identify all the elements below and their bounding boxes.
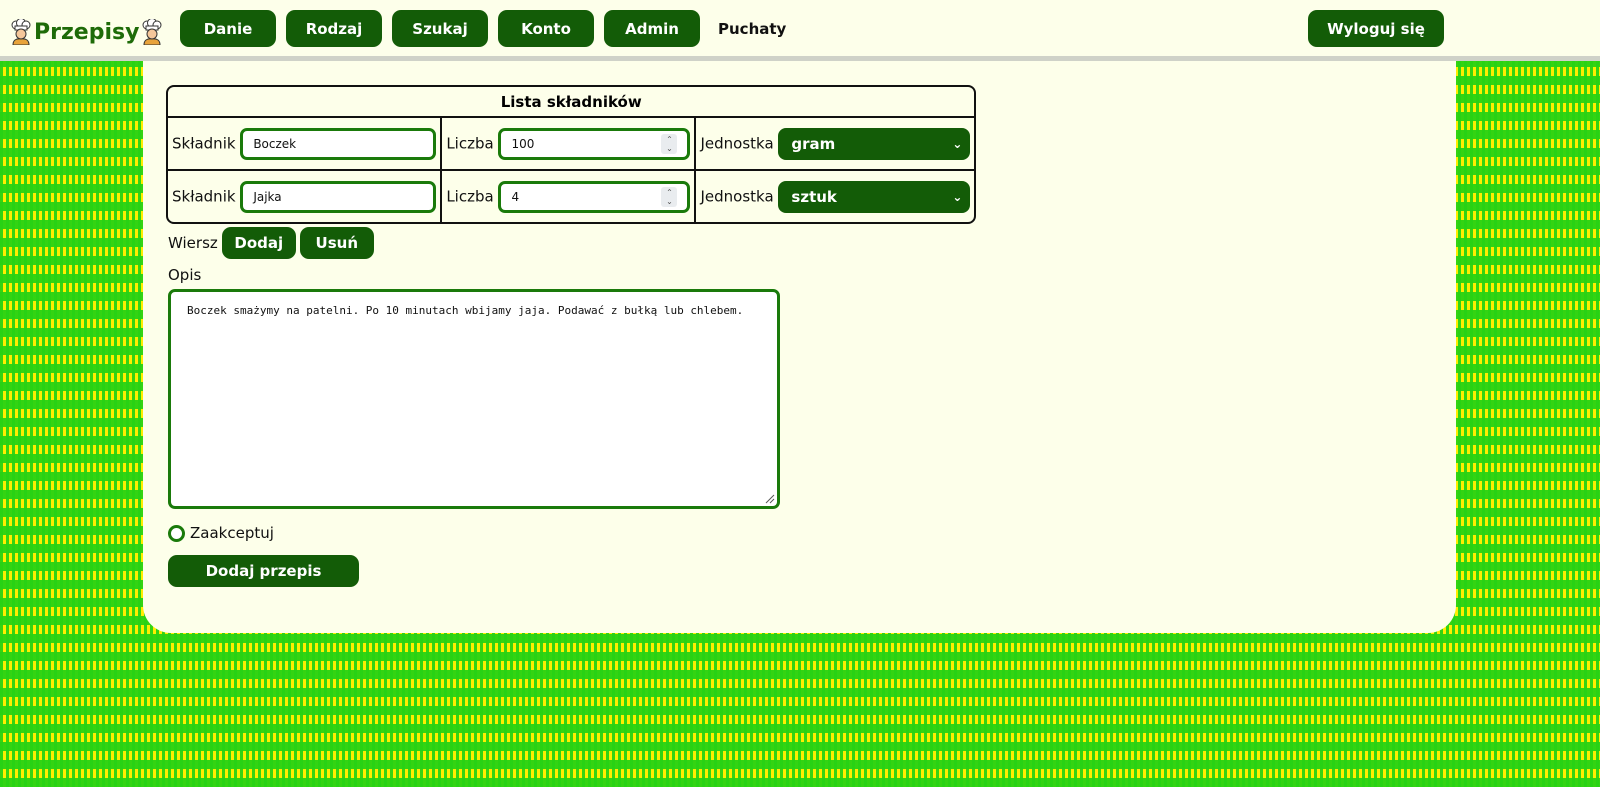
table-row: Składnik Boczek Liczba 100 ⌃ ⌄ Jednostka g… (168, 118, 975, 171)
nav-szukaj-button[interactable]: Szukaj (392, 10, 488, 47)
logout-button[interactable]: Wyloguj się (1308, 10, 1444, 47)
unit-select[interactable]: gram ⌄ (778, 127, 971, 160)
table-row: Składnik Jajka Liczba 4 ⌃ ⌄ Jednostka sztu… (168, 171, 974, 222)
nav-konto-button[interactable]: Konto (498, 10, 594, 47)
ingredient-name-input[interactable]: Jajka (240, 180, 437, 213)
chef-icon (10, 19, 32, 45)
stepper-icon[interactable]: ⌃ ⌄ (661, 133, 678, 154)
row-label: Wiersz (168, 234, 218, 252)
accept-label: Zaakceptuj (190, 524, 274, 542)
brand-name: Przepisy (34, 19, 140, 45)
quantity-value: 100 (511, 136, 535, 151)
quantity-input[interactable]: 100 ⌃ ⌄ (498, 127, 691, 160)
remove-row-button[interactable]: Usuń (299, 227, 374, 259)
quantity-label: Liczba (446, 134, 494, 152)
description-textarea[interactable]: Boczek smażymy na patelni. Po 10 minutac… (168, 289, 780, 509)
unit-value: gram (791, 134, 836, 153)
ingredient-label: Składnik (172, 187, 236, 205)
add-row-button[interactable]: Dodaj (221, 227, 296, 259)
unit-label: Jednostka (700, 187, 774, 205)
nav-rodzaj-button[interactable]: Rodzaj (286, 10, 382, 47)
description-text: Boczek smażymy na patelni. Po 10 minutac… (187, 304, 744, 317)
nav-danie-button[interactable]: Danie (180, 10, 276, 47)
unit-label: Jednostka (700, 134, 774, 152)
quantity-input[interactable]: 4 ⌃ ⌄ (498, 180, 691, 213)
unit-value: sztuk (791, 187, 837, 206)
quantity-label: Liczba (446, 187, 494, 205)
chef-icon (141, 19, 163, 45)
chevron-down-icon: ⌄ (952, 136, 963, 151)
username-label: Puchaty (718, 20, 787, 38)
ingredient-label: Składnik (172, 134, 236, 152)
site-logo[interactable]: Przepisy (10, 15, 163, 49)
quantity-value: 4 (511, 189, 520, 204)
ingredients-title: Lista składników (168, 87, 975, 118)
row-controls: Wiersz Dodaj Usuń (168, 227, 374, 259)
recipe-form-panel: Lista składników Składnik Boczek Liczba … (143, 61, 1456, 633)
chevron-down-icon: ⌄ (952, 189, 963, 204)
accept-option[interactable]: Zaakceptuj (168, 524, 274, 542)
accept-radio[interactable] (168, 524, 185, 542)
ingredient-name-input[interactable]: Boczek (240, 127, 437, 160)
unit-select[interactable]: sztuk ⌄ (778, 180, 971, 213)
resize-grip-icon[interactable] (763, 492, 775, 504)
add-recipe-button[interactable]: Dodaj przepis (168, 555, 359, 587)
stepper-icon[interactable]: ⌃ ⌄ (661, 186, 678, 207)
ingredients-table: Lista składników Składnik Boczek Liczba … (166, 85, 977, 224)
description-label: Opis (168, 266, 202, 284)
top-bar: Przepisy Danie Rodzaj Szukaj Konto Admin… (0, 0, 1600, 61)
nav-admin-button[interactable]: Admin (604, 10, 700, 47)
